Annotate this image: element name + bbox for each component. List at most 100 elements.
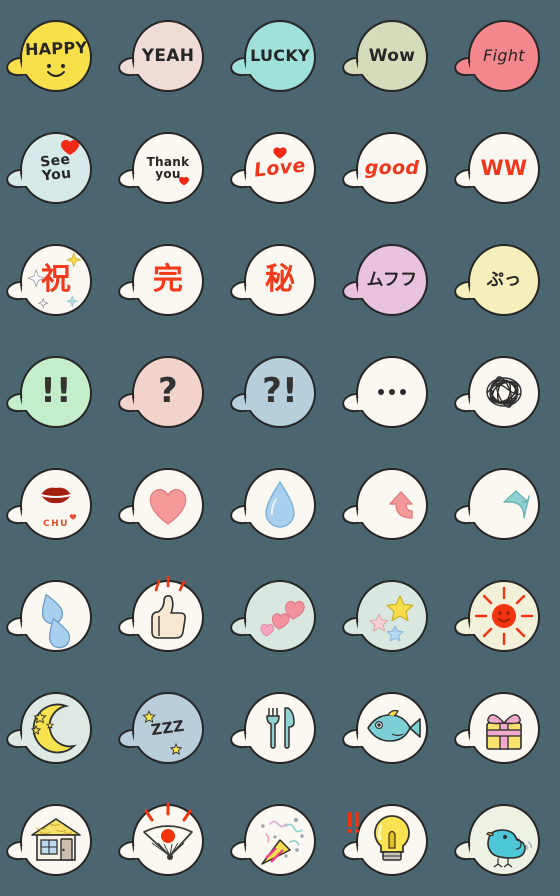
sticker-cell[interactable]	[448, 784, 560, 896]
sticker-cell[interactable]: ?	[112, 336, 224, 448]
sticker-cell[interactable]	[112, 560, 224, 672]
sleeping-zzz-bubble[interactable]: ZZZ	[132, 692, 204, 764]
sticker-cell[interactable]: 秘	[224, 224, 336, 336]
sticker-cell[interactable]: Fight	[448, 0, 560, 112]
down-arrow-bubble[interactable]	[468, 468, 540, 540]
sticker-cell[interactable]: !!	[0, 336, 112, 448]
putt-bubble[interactable]: ぷっ	[468, 244, 540, 316]
bird-bubble[interactable]	[468, 804, 540, 876]
fight-bubble-label: Fight	[483, 46, 525, 65]
bubble-content	[134, 575, 202, 650]
sticker-cell[interactable]	[224, 560, 336, 672]
sticker-cell[interactable]: 完	[112, 224, 224, 336]
house-bubble[interactable]	[20, 804, 92, 876]
fork-and-knife-icon	[246, 694, 314, 762]
sticker-cell[interactable]	[336, 784, 448, 896]
cutlery-bubble[interactable]	[244, 692, 316, 764]
sticker-cell[interactable]	[336, 448, 448, 560]
ellipsis-bubble[interactable]	[356, 356, 428, 428]
stars-bubble[interactable]	[356, 580, 428, 652]
water-drop-bubble[interactable]	[244, 468, 316, 540]
sticker-cell[interactable]: ?!	[224, 336, 336, 448]
gift-bubble[interactable]	[468, 692, 540, 764]
cyan-bird-icon	[470, 806, 538, 874]
sticker-cell[interactable]: ZZZ	[112, 672, 224, 784]
good-bubble[interactable]: good	[356, 132, 428, 204]
sticker-cell[interactable]: 祝	[0, 224, 112, 336]
folding-fan-bubble[interactable]	[132, 802, 204, 876]
sticker-cell[interactable]	[224, 784, 336, 896]
lucky-bubble[interactable]: LUCKY	[244, 20, 316, 92]
party-popper-confetti-icon	[246, 806, 314, 874]
sticker-cell[interactable]: ぷっ	[448, 224, 560, 336]
sticker-cell[interactable]: HAPPY	[0, 0, 112, 112]
sticker-cell[interactable]	[448, 448, 560, 560]
three-hearts-bubble[interactable]	[244, 580, 316, 652]
sticker-cell[interactable]: ムフフ	[336, 224, 448, 336]
thumbs-up-bubble[interactable]	[132, 575, 204, 652]
question-bubble[interactable]: ?	[132, 356, 204, 428]
happy-bubble[interactable]: HAPPY	[20, 20, 92, 92]
sticker-cell[interactable]	[448, 560, 560, 672]
thank-you-bubble[interactable]: Thank you	[132, 132, 204, 204]
party-popper-bubble[interactable]	[244, 804, 316, 876]
tears-bubble[interactable]	[20, 580, 92, 652]
interrobang-bubble[interactable]: ?!	[244, 356, 316, 428]
sticker-cell[interactable]	[336, 672, 448, 784]
sticker-cell[interactable]: See You	[0, 112, 112, 224]
yellow-bulb-with-red-exclamations-icon	[347, 806, 426, 874]
sticker-cell[interactable]	[448, 336, 560, 448]
scribble-bubble[interactable]	[468, 356, 540, 428]
sticker-cell[interactable]: Wow	[336, 0, 448, 112]
bubble-content: Wow	[358, 22, 426, 90]
yellow-crescent-moon-and-stars-icon	[22, 694, 90, 762]
bubble-content: HAPPY	[22, 22, 90, 90]
sticker-cell[interactable]: LUCKY	[224, 0, 336, 112]
ww-bubble-label: WW	[480, 155, 528, 180]
sticker-cell[interactable]: CHU	[0, 448, 112, 560]
sticker-cell[interactable]	[0, 672, 112, 784]
light-bulb-bubble[interactable]	[347, 804, 428, 876]
bubble-content	[22, 694, 90, 762]
bubble-content: 祝	[22, 246, 90, 314]
wow-bubble-label: Wow	[368, 45, 416, 66]
sticker-cell[interactable]	[448, 672, 560, 784]
sticker-cell[interactable]: good	[336, 112, 448, 224]
fight-bubble[interactable]: Fight	[468, 20, 540, 92]
fish-bubble[interactable]	[356, 692, 428, 764]
lucky-bubble-label: LUCKY	[250, 46, 310, 65]
sticker-cell[interactable]	[0, 784, 112, 896]
sticker-cell[interactable]	[224, 672, 336, 784]
pink-heart-bubble[interactable]	[132, 468, 204, 540]
sticker-cell[interactable]: Love	[224, 112, 336, 224]
sticker-cell[interactable]	[112, 448, 224, 560]
moon-bubble[interactable]	[20, 692, 92, 764]
red-heart-inline-icon	[134, 134, 202, 202]
wow-bubble[interactable]: Wow	[356, 20, 428, 92]
sticker-cell[interactable]	[336, 336, 448, 448]
see-you-bubble[interactable]: See You	[20, 132, 92, 204]
iwai-kanji-bubble[interactable]: 祝	[20, 244, 92, 316]
love-bubble[interactable]: Love	[244, 132, 316, 204]
bubble-content	[246, 470, 314, 538]
sticker-cell[interactable]	[112, 784, 224, 896]
kan-kanji-bubble[interactable]: 完	[132, 244, 204, 316]
sticker-cell[interactable]	[224, 448, 336, 560]
kiss-chu-bubble[interactable]: CHU	[20, 468, 92, 540]
double-exclamation-bubble[interactable]: !!	[20, 356, 92, 428]
sticker-cell[interactable]: YEAH	[112, 0, 224, 112]
himitsu-kanji-bubble[interactable]: 秘	[244, 244, 316, 316]
sticker-cell[interactable]	[0, 560, 112, 672]
ww-bubble[interactable]: WW	[468, 132, 540, 204]
bubble-content: Love	[246, 134, 314, 202]
up-arrow-bubble[interactable]	[356, 468, 428, 540]
blue-droplet-icon	[246, 470, 314, 538]
bubble-content: See You	[22, 134, 90, 202]
sun-bubble[interactable]	[468, 580, 540, 652]
bubble-content: ZZZ	[134, 694, 202, 762]
yeah-bubble[interactable]: YEAH	[132, 20, 204, 92]
mufufu-bubble[interactable]: ムフフ	[356, 244, 428, 316]
sticker-cell[interactable]: WW	[448, 112, 560, 224]
sticker-cell[interactable]: Thank you	[112, 112, 224, 224]
sticker-cell[interactable]	[336, 560, 448, 672]
